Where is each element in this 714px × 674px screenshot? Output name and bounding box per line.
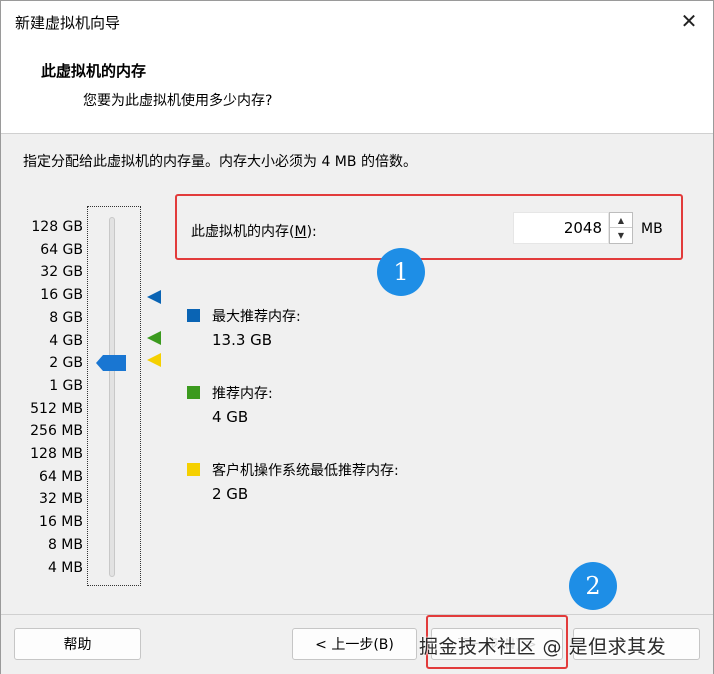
close-button[interactable]: ✕ <box>669 5 709 37</box>
window-title: 新建虚拟机向导 <box>15 14 121 32</box>
back-button[interactable]: < 上一步(B) <box>292 628 417 660</box>
scale-label: 32 GB <box>40 264 83 281</box>
scale-label: 256 MB <box>30 423 83 440</box>
scale-label: 128 MB <box>30 446 83 463</box>
recommended-marker-icon <box>147 331 161 345</box>
scale-label: 4 GB <box>49 332 83 349</box>
scale-label: 64 MB <box>39 468 83 485</box>
scale-label: 4 MB <box>47 559 83 576</box>
memory-value-input[interactable] <box>513 212 609 244</box>
callout-badge-1: 1 <box>377 248 425 296</box>
title-bar: 新建虚拟机向导 ✕ <box>1 1 713 41</box>
chevron-down-icon: ▼ <box>617 231 625 240</box>
scale-label: 16 MB <box>39 514 83 531</box>
wizard-header: 此虚拟机的内存 您要为此虚拟机使用多少内存? <box>1 41 713 133</box>
scale-label: 1 GB <box>49 377 83 394</box>
slider-track[interactable] <box>109 217 115 577</box>
callout-badge-2: 2 <box>569 562 617 610</box>
spin-down-button[interactable]: ▼ <box>610 228 632 243</box>
scale-label: 16 GB <box>40 287 83 304</box>
scale-label: 128 GB <box>31 219 83 235</box>
close-icon: ✕ <box>680 9 698 33</box>
legend-label: 推荐内存: <box>212 386 273 402</box>
memory-slider[interactable] <box>87 206 141 586</box>
wizard-body: 指定分配给此虚拟机的内存量。内存大小必须为 4 MB 的倍数。 128 GB 64… <box>1 134 713 614</box>
page-title: 此虚拟机的内存 <box>41 62 147 80</box>
scale-label: 32 MB <box>39 491 83 508</box>
watermark: 掘金技术社区 @ 是但求其发 <box>419 636 667 658</box>
slider-thumb[interactable] <box>96 355 126 371</box>
legend-label: 客户机操作系统最低推荐内存: <box>212 463 399 479</box>
scale-label: 8 GB <box>49 309 83 326</box>
legend-value: 4 GB <box>212 408 249 426</box>
memory-description: 指定分配给此虚拟机的内存量。内存大小必须为 4 MB 的倍数。 <box>23 154 417 170</box>
spin-up-button[interactable]: ▲ <box>610 213 632 228</box>
blue-square-icon <box>187 309 200 322</box>
scale-label: 8 MB <box>47 536 83 553</box>
legend-value: 2 GB <box>212 485 249 503</box>
memory-input-group: 此虚拟机的内存(M): ▲ ▼ MB <box>175 194 683 260</box>
new-vm-wizard-window: 新建虚拟机向导 ✕ 此虚拟机的内存 您要为此虚拟机使用多少内存? 指定分配给此虚… <box>0 0 714 674</box>
page-subtitle: 您要为此虚拟机使用多少内存? <box>83 93 273 109</box>
minimum-recommended-marker-icon <box>147 353 161 367</box>
memory-spinner[interactable]: ▲ ▼ <box>609 212 633 244</box>
memory-label: 此虚拟机的内存(M): <box>191 224 317 240</box>
legend-value: 13.3 GB <box>212 331 273 349</box>
max-recommended-marker-icon <box>147 290 161 304</box>
scale-label: 64 GB <box>40 241 83 258</box>
help-button[interactable]: 帮助 <box>14 628 141 660</box>
chevron-up-icon: ▲ <box>617 215 625 225</box>
scale-label: 512 MB <box>30 400 83 417</box>
yellow-square-icon <box>187 463 200 476</box>
scale-label: 2 GB <box>49 355 83 372</box>
legend-label: 最大推荐内存: <box>212 309 301 325</box>
wizard-footer: 帮助 < 上一步(B) 下一步(N) > 掘金技术社区 @ 是但求其发 <box>1 615 713 674</box>
memory-scale-labels: 128 GB 64 GB 32 GB 16 GB 8 GB 4 GB 2 GB 1 GB 512… <box>30 216 83 579</box>
green-square-icon <box>187 386 200 399</box>
memory-unit: MB <box>641 221 663 237</box>
